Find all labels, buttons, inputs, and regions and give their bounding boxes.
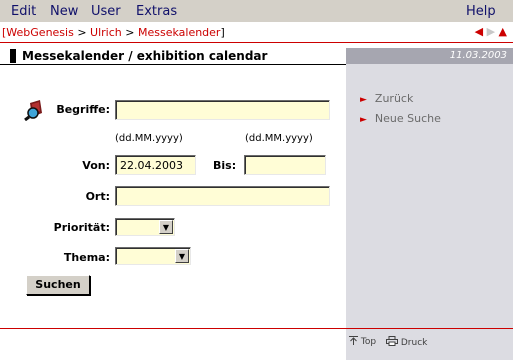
sidebar: ► Zurück ► Neue Suche — [346, 64, 513, 328]
breadcrumb-ulrich[interactable]: Ulrich — [90, 26, 122, 39]
printer-icon — [386, 336, 398, 346]
page-title: Messekalender / exhibition calendar — [10, 49, 358, 63]
menu-new[interactable]: New — [50, 4, 78, 19]
chevron-down-icon[interactable]: ▼ — [175, 249, 189, 263]
menu-bar: Edit New User Extras Help — [0, 0, 513, 22]
footer-print-link[interactable]: Druck — [386, 336, 427, 348]
chevron-down-icon[interactable]: ▼ — [159, 220, 173, 234]
footer-print-label: Druck — [400, 338, 428, 348]
sidebar-item-back[interactable]: ► Zurück — [360, 92, 413, 105]
thema-select[interactable]: ▼ — [115, 247, 191, 265]
arrow-up-icon — [349, 336, 358, 345]
von-date-input[interactable] — [115, 155, 196, 175]
ort-input[interactable] — [115, 186, 330, 206]
back-arrow-icon[interactable]: ◀ — [475, 25, 483, 38]
ort-label: Ort: — [85, 190, 110, 203]
bis-label: Bis: — [213, 159, 237, 172]
current-date: 11.03.2003 — [449, 50, 507, 61]
bis-date-format-hint: (dd.MM.yyyy) — [245, 133, 313, 144]
bis-date-input[interactable] — [244, 155, 326, 175]
divider — [0, 42, 513, 43]
von-label: Von: — [82, 159, 110, 172]
up-arrow-icon[interactable]: ▲ — [499, 25, 507, 38]
breadcrumb-close-bracket: ] — [220, 26, 225, 39]
footer-top-label: Top — [360, 337, 377, 347]
sidebar-item-label: Zurück — [374, 92, 414, 105]
date-band: 11.03.2003 — [346, 48, 513, 64]
forward-arrow-icon: ▶ — [486, 25, 496, 38]
thema-label: Thema: — [63, 251, 110, 264]
menu-help[interactable]: Help — [466, 4, 496, 19]
menu-edit[interactable]: Edit — [11, 4, 36, 19]
search-icon — [24, 99, 48, 122]
title-underline — [0, 64, 346, 65]
search-button[interactable]: Suchen — [26, 275, 90, 295]
footer-top-link[interactable]: Top — [349, 336, 376, 347]
sidebar-item-label: Neue Suche — [374, 112, 441, 125]
nav-arrows: ◀ ▶ ▲ — [475, 25, 507, 38]
breadcrumb-webgenesis[interactable]: WebGenesis — [6, 26, 74, 39]
von-date-format-hint: (dd.MM.yyyy) — [115, 133, 183, 144]
sidebar-item-new-search[interactable]: ► Neue Suche — [360, 112, 441, 125]
breadcrumb-messekalender[interactable]: Messekalender — [138, 26, 220, 39]
menu-extras[interactable]: Extras — [136, 4, 177, 19]
begriffe-label: Begriffe: — [56, 103, 110, 116]
breadcrumb-separator: > — [77, 26, 87, 39]
begriffe-input[interactable] — [115, 100, 330, 120]
prioritaet-label: Priorität: — [53, 221, 110, 234]
bullet-icon: ► — [360, 115, 367, 125]
breadcrumb-separator: > — [125, 26, 135, 39]
bullet-icon: ► — [360, 95, 367, 105]
breadcrumb: [WebGenesis > Ulrich > Messekalender] — [2, 26, 225, 39]
menu-user[interactable]: User — [91, 4, 121, 19]
prioritaet-select[interactable]: ▼ — [115, 218, 175, 236]
